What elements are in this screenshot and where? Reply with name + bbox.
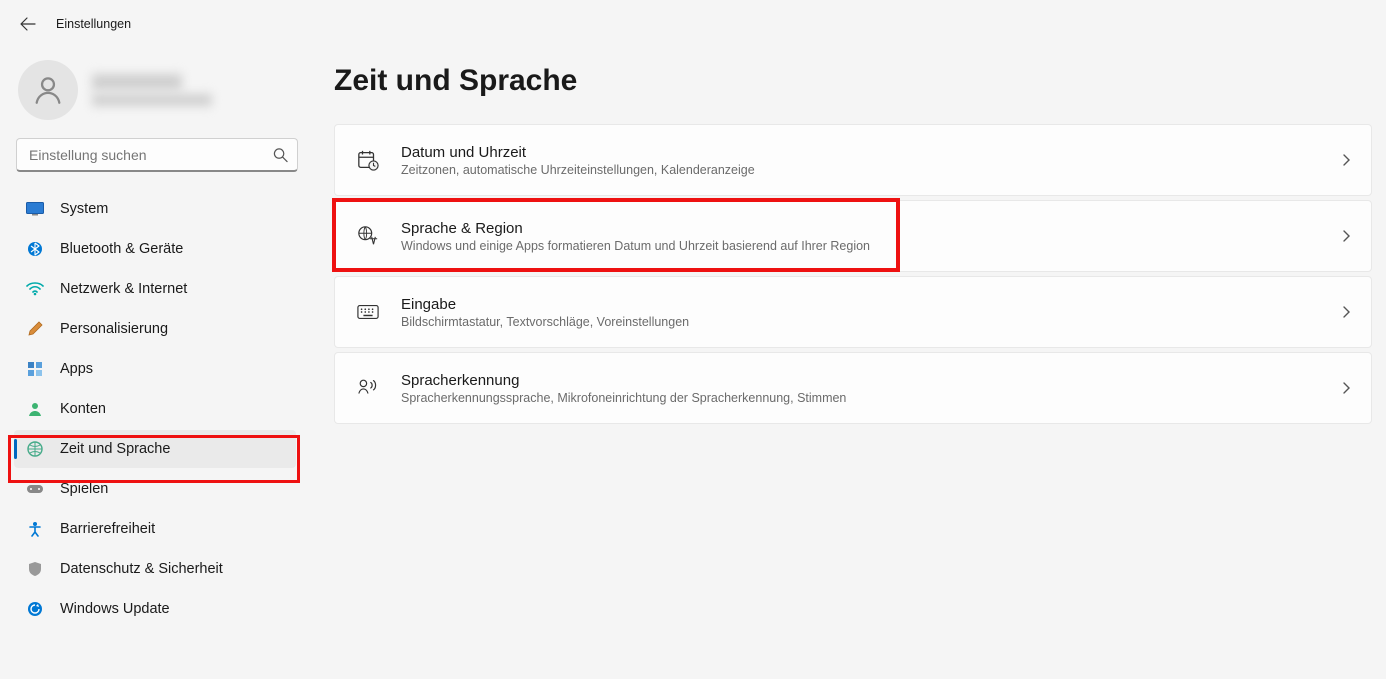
main-content: Zeit und Sprache Datum und Uhrzeit Zeitz… bbox=[310, 48, 1386, 679]
nav-item-windows-update[interactable]: Windows Update bbox=[14, 590, 296, 628]
card-text: Datum und Uhrzeit Zeitzonen, automatisch… bbox=[401, 144, 1341, 177]
nav-label: Netzwerk & Internet bbox=[60, 281, 187, 297]
card-title: Sprache & Region bbox=[401, 220, 1341, 237]
nav-label: Bluetooth & Geräte bbox=[60, 241, 183, 257]
card-typing[interactable]: Eingabe Bildschirmtastatur, Textvorschlä… bbox=[334, 276, 1372, 348]
nav-label: Spielen bbox=[60, 481, 108, 497]
card-desc: Windows und einige Apps formatieren Datu… bbox=[401, 239, 1341, 253]
nav-label: Konten bbox=[60, 401, 106, 417]
card-speech[interactable]: Spracherkennung Spracherkennungssprache,… bbox=[334, 352, 1372, 424]
keyboard-icon bbox=[357, 301, 379, 323]
back-button[interactable] bbox=[18, 14, 38, 34]
shield-icon bbox=[26, 560, 44, 578]
gamepad-icon bbox=[26, 480, 44, 498]
chevron-right-icon bbox=[1341, 381, 1351, 395]
monitor-icon bbox=[26, 200, 44, 218]
wifi-icon bbox=[26, 280, 44, 298]
settings-cards: Datum und Uhrzeit Zeitzonen, automatisch… bbox=[334, 124, 1372, 424]
nav-item-system[interactable]: System bbox=[14, 190, 296, 228]
search-input[interactable] bbox=[16, 138, 298, 172]
accessibility-icon bbox=[26, 520, 44, 538]
sidebar: System Bluetooth & Geräte Netzwerk & Int… bbox=[0, 48, 310, 679]
nav-label: Datenschutz & Sicherheit bbox=[60, 561, 223, 577]
person-icon bbox=[31, 73, 65, 107]
nav-item-gaming[interactable]: Spielen bbox=[14, 470, 296, 508]
card-title: Datum und Uhrzeit bbox=[401, 144, 1341, 161]
brush-icon bbox=[26, 320, 44, 338]
nav-label: Apps bbox=[60, 361, 93, 377]
arrow-left-icon bbox=[20, 16, 36, 32]
card-title: Eingabe bbox=[401, 296, 1341, 313]
profile-email-redacted bbox=[92, 94, 212, 106]
card-desc: Spracherkennungssprache, Mikrofoneinrich… bbox=[401, 391, 1341, 405]
avatar bbox=[18, 60, 78, 120]
card-text: Spracherkennung Spracherkennungssprache,… bbox=[401, 372, 1341, 405]
card-title: Spracherkennung bbox=[401, 372, 1341, 389]
user-profile[interactable] bbox=[14, 56, 304, 138]
search-icon bbox=[273, 148, 288, 163]
globe-clock-icon bbox=[26, 440, 44, 458]
profile-name-redacted bbox=[92, 74, 182, 90]
nav-item-accessibility[interactable]: Barrierefreiheit bbox=[14, 510, 296, 548]
chevron-right-icon bbox=[1341, 305, 1351, 319]
nav-label: Personalisierung bbox=[60, 321, 168, 337]
bluetooth-icon bbox=[26, 240, 44, 258]
nav-label: System bbox=[60, 201, 108, 217]
card-date-time[interactable]: Datum und Uhrzeit Zeitzonen, automatisch… bbox=[334, 124, 1372, 196]
window-header: Einstellungen bbox=[0, 0, 1386, 48]
speech-icon bbox=[357, 377, 379, 399]
nav-label: Windows Update bbox=[60, 601, 170, 617]
search-box bbox=[16, 138, 298, 172]
nav-label: Barrierefreiheit bbox=[60, 521, 155, 537]
chevron-right-icon bbox=[1341, 153, 1351, 167]
card-language-region[interactable]: Sprache & Region Windows und einige Apps… bbox=[334, 200, 1372, 272]
apps-icon bbox=[26, 360, 44, 378]
page-title: Zeit und Sprache bbox=[334, 64, 1372, 98]
account-icon bbox=[26, 400, 44, 418]
nav-item-time-language[interactable]: Zeit und Sprache bbox=[14, 430, 296, 468]
nav-list: System Bluetooth & Geräte Netzwerk & Int… bbox=[14, 190, 304, 628]
window-title: Einstellungen bbox=[56, 17, 131, 31]
update-icon bbox=[26, 600, 44, 618]
card-desc: Zeitzonen, automatische Uhrzeiteinstellu… bbox=[401, 163, 1341, 177]
nav-item-network[interactable]: Netzwerk & Internet bbox=[14, 270, 296, 308]
nav-item-privacy[interactable]: Datenschutz & Sicherheit bbox=[14, 550, 296, 588]
card-text: Eingabe Bildschirmtastatur, Textvorschlä… bbox=[401, 296, 1341, 329]
nav-item-accounts[interactable]: Konten bbox=[14, 390, 296, 428]
calendar-clock-icon bbox=[357, 149, 379, 171]
card-desc: Bildschirmtastatur, Textvorschläge, Vore… bbox=[401, 315, 1341, 329]
nav-item-bluetooth[interactable]: Bluetooth & Geräte bbox=[14, 230, 296, 268]
nav-label: Zeit und Sprache bbox=[60, 441, 170, 457]
globe-language-icon bbox=[357, 225, 379, 247]
nav-item-personalization[interactable]: Personalisierung bbox=[14, 310, 296, 348]
profile-info bbox=[92, 74, 212, 106]
chevron-right-icon bbox=[1341, 229, 1351, 243]
card-text: Sprache & Region Windows und einige Apps… bbox=[401, 220, 1341, 253]
nav-item-apps[interactable]: Apps bbox=[14, 350, 296, 388]
